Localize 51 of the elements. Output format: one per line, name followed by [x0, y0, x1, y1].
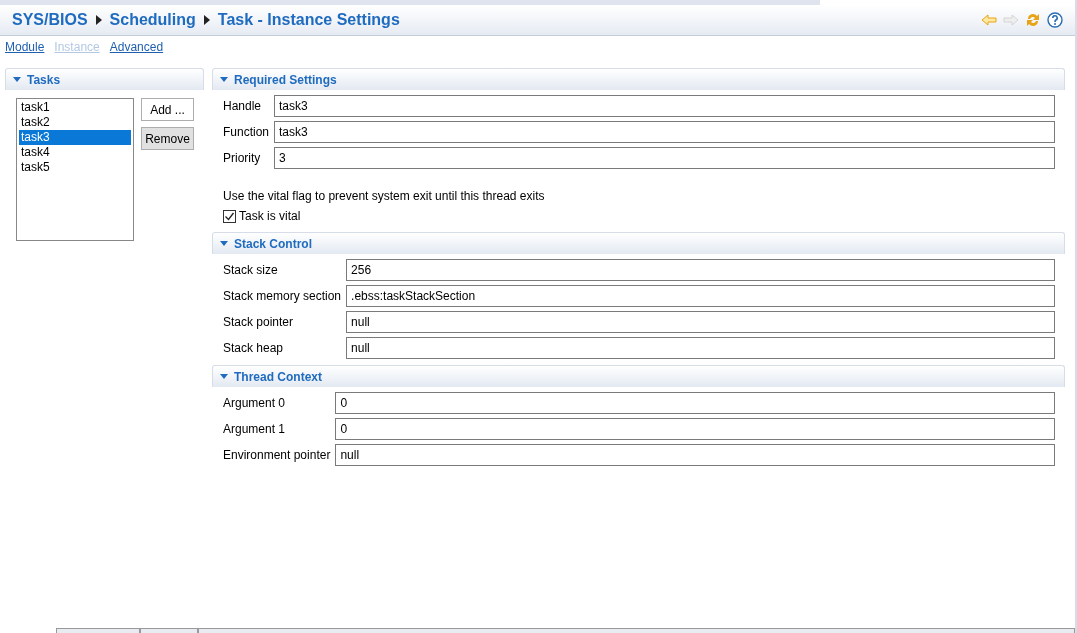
list-action-button[interactable]: Remove — [141, 127, 194, 150]
task-list-item[interactable]: task3 — [19, 130, 131, 145]
task-list-item[interactable]: task1 — [19, 100, 131, 115]
field-label: Stack size — [223, 263, 279, 277]
text-field[interactable]: null — [346, 337, 1055, 359]
text-field[interactable]: task3 — [274, 121, 1055, 143]
section-title: Tasks — [27, 72, 61, 87]
nav-link[interactable]: Advanced — [109, 40, 164, 54]
section-header[interactable]: Stack Control — [212, 232, 1065, 254]
section-header[interactable]: Thread Context — [212, 365, 1065, 387]
field-label: Function — [223, 125, 271, 139]
section-title: Required Settings — [234, 72, 337, 87]
task-list-item[interactable]: task2 — [19, 115, 131, 130]
task-list-item[interactable]: task4 — [19, 145, 131, 160]
collapse-triangle-icon[interactable] — [13, 77, 21, 82]
text-field[interactable]: 0 — [335, 392, 1055, 414]
breadcrumb-item[interactable]: Scheduling — [109, 11, 196, 29]
text-field[interactable]: null — [346, 311, 1055, 333]
field-label: Environment pointer — [223, 448, 332, 462]
list-action-button[interactable]: Add ... — [141, 98, 194, 121]
collapse-triangle-icon[interactable] — [220, 374, 228, 379]
text-field[interactable]: null — [335, 444, 1055, 466]
checkbox-label: Task is vital — [239, 209, 301, 223]
section-header[interactable]: Required Settings — [212, 68, 1065, 90]
text-field[interactable]: 256 — [346, 259, 1055, 281]
field-label: Argument 1 — [223, 422, 287, 436]
task-list-item[interactable]: task5 — [19, 160, 131, 175]
text-field[interactable]: .ebss:taskStackSection — [346, 285, 1055, 307]
breadcrumb-item[interactable]: SYS/BIOS — [12, 11, 88, 29]
help-text: Use the vital flag to prevent system exit until this thread exits — [223, 189, 546, 203]
text-field[interactable]: task3 — [274, 95, 1055, 117]
field-label: Stack pointer — [223, 315, 295, 329]
field-label: Argument 0 — [223, 396, 287, 410]
text-field[interactable]: 0 — [335, 418, 1055, 440]
breadcrumb-separator-icon — [203, 15, 210, 25]
task-list[interactable]: task1 task2 task3 task4 task5 — [16, 98, 134, 241]
collapse-triangle-icon[interactable] — [220, 77, 228, 82]
section-title: Thread Context — [234, 369, 322, 384]
help-icon[interactable] — [1047, 12, 1063, 28]
section-title: Stack Control — [234, 236, 312, 251]
collapse-triangle-icon[interactable] — [220, 241, 228, 246]
field-label: Handle — [223, 99, 263, 113]
checkbox[interactable] — [223, 209, 236, 223]
section-header[interactable]: Tasks — [5, 68, 204, 90]
field-label: Stack memory section — [223, 289, 343, 303]
field-label: Stack heap — [223, 341, 285, 355]
breadcrumb-separator-icon — [95, 15, 102, 25]
text-field[interactable]: 3 — [274, 147, 1055, 169]
nav-link[interactable]: Module — [5, 40, 45, 54]
breadcrumb-item: Task - Instance Settings — [217, 11, 400, 29]
field-label: Priority — [223, 151, 262, 165]
